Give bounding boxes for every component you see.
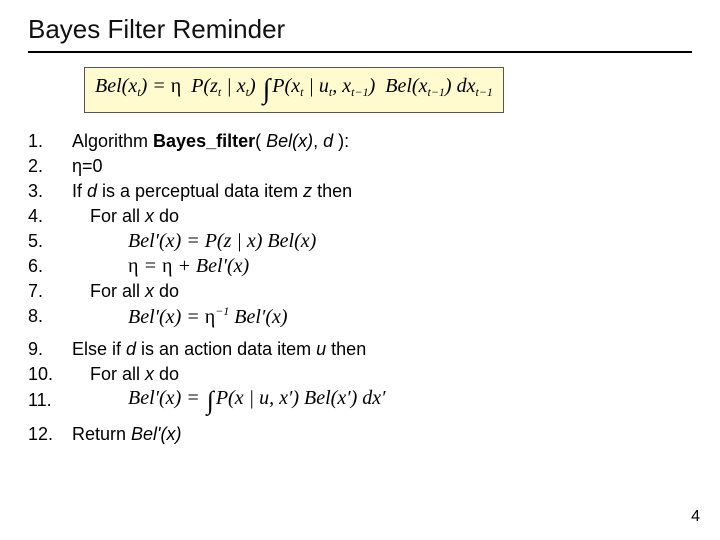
algo-line-4: 4. For all x do [28, 204, 692, 229]
eq-line-6: η = η + Bel′(x) [72, 256, 692, 277]
algo-line-7: 7. For all x do [28, 279, 692, 304]
algo-line-6: 6. η = η + Bel′(x) [28, 254, 692, 279]
eq-line-8: Bel′(x) = η−1 Bel′(x) [72, 305, 692, 328]
algo-line-8: 8. Bel′(x) = η−1 Bel′(x) [28, 304, 692, 329]
eq-line-5: Bel′(x) = P(z | x) Bel(x) [72, 231, 692, 252]
algo-line-1: 1. Algorithm Bayes_filter( Bel(x), d ): [28, 129, 692, 154]
slide-title: Bayes Filter Reminder [28, 14, 692, 53]
algo-line-10: 10. For all x do [28, 362, 692, 387]
algo-line-11: 11. Bel′(x) = ∫P(x | u, x′) Bel(x′) dx′ [28, 387, 692, 414]
algo-line-3: 3. If d is a perceptual data item z then [28, 179, 692, 204]
eq-line-11: Bel′(x) = ∫P(x | u, x′) Bel(x′) dx′ [72, 387, 692, 414]
algo-line-12: 12. Return Bel'(x) [28, 422, 692, 447]
page-number: 4 [691, 508, 700, 526]
bayes-filter-equation: Bel(xt) = η P(zt | xt) ∫P(xt | ut, xt−1)… [84, 67, 504, 113]
algo-line-2: 2. η=0 [28, 154, 692, 179]
algo-line-9: 9. Else if d is an action data item u th… [28, 337, 692, 362]
algorithm-listing: 1. Algorithm Bayes_filter( Bel(x), d ): … [28, 129, 692, 447]
algo-line-5: 5. Bel′(x) = P(z | x) Bel(x) [28, 229, 692, 254]
